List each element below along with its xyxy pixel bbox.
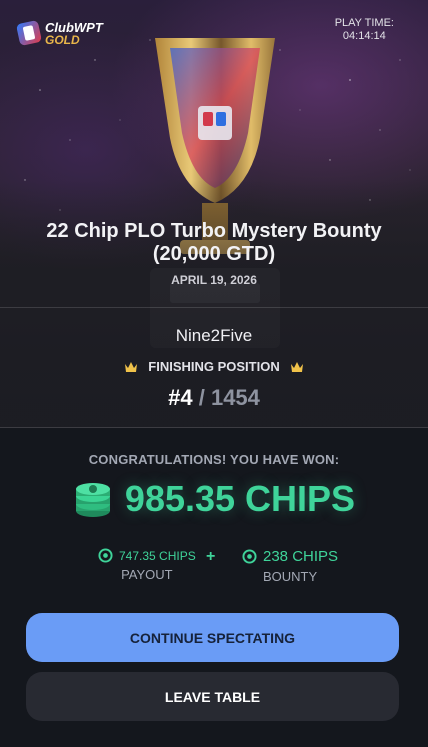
leave-table-button[interactable]: LEAVE TABLE bbox=[26, 672, 399, 721]
plus-sign: + bbox=[206, 548, 216, 565]
continue-spectating-button[interactable]: CONTINUE SPECTATING bbox=[26, 613, 399, 662]
divider bbox=[0, 427, 428, 428]
chip-stack-icon bbox=[75, 483, 110, 517]
tournament-date: APRIL 19, 2026 bbox=[171, 273, 257, 287]
logo-tier: GOLD bbox=[45, 32, 80, 47]
tournament-title: 22 Chip PLO Turbo Mystery Bounty (20,000… bbox=[46, 220, 382, 265]
clubwpt-logo: ClubWPT GOLD bbox=[15, 18, 118, 48]
payout-value: 747.35 CHIPS bbox=[119, 548, 196, 563]
chip-icon bbox=[98, 548, 113, 563]
total-winnings-amount: 985.35 CHIPS bbox=[124, 478, 356, 519]
crown-icon bbox=[290, 361, 303, 372]
finishing-separator: / bbox=[198, 385, 205, 410]
clubwpt-logo-icon bbox=[15, 19, 43, 47]
finishing-position-heading: FINISHING POSITION bbox=[0, 359, 428, 374]
bounty-label: BOUNTY bbox=[262, 569, 318, 584]
bounty-breakdown: 238 CHIPS BOUNTY bbox=[242, 548, 338, 584]
crown-icon bbox=[125, 361, 138, 372]
logo-brand-name: ClubWPT bbox=[45, 19, 103, 35]
finishing-position: #4 / 1454 bbox=[0, 385, 428, 411]
chip-icon bbox=[242, 549, 257, 564]
play-time-value: 04:14:14 bbox=[342, 30, 386, 42]
tournament-hero: ClubWPT GOLD PLAY TIME: 04:14:14 22 Chip… bbox=[0, 0, 428, 428]
play-time: PLAY TIME: 04:14:14 bbox=[335, 17, 394, 43]
finishing-rank: #4 bbox=[168, 385, 193, 410]
finishing-total: 1454 bbox=[210, 385, 260, 410]
divider bbox=[0, 307, 428, 308]
bounty-value: 238 CHIPS bbox=[263, 548, 339, 565]
congratulations-headline: CONGRATULATIONS! YOU HAVE WON: bbox=[88, 452, 340, 467]
play-time-label: PLAY TIME: bbox=[334, 17, 394, 29]
payout-label: PAYOUT bbox=[121, 567, 173, 582]
total-winnings: 985.35 CHIPS bbox=[0, 478, 428, 520]
player-name: Nine2Five bbox=[175, 326, 253, 345]
payout-breakdown: 747.35 CHIPS PAYOUT bbox=[98, 548, 196, 582]
finishing-position-label: FINISHING POSITION bbox=[148, 359, 280, 374]
